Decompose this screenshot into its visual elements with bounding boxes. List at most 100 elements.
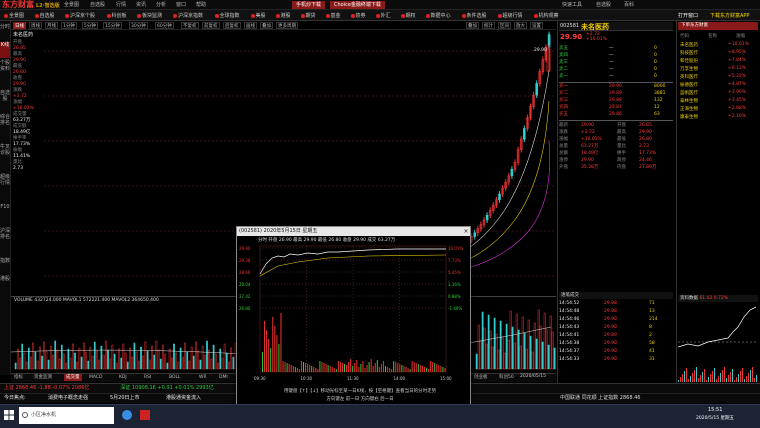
toolbar-button[interactable]: 60分钟 [155, 22, 174, 29]
toolbar-button[interactable]: 后复权 [223, 22, 241, 29]
titlebar-item[interactable]: 资讯 [134, 1, 148, 9]
toolbar-button[interactable]: 不复权 [181, 22, 199, 29]
toolbar-button[interactable]: 周线 [29, 22, 42, 29]
indicator-tab[interactable]: 指标 [14, 374, 23, 381]
toolbar-right-button[interactable]: 叠加 [466, 22, 479, 29]
toolbar-button[interactable]: 月线 [45, 22, 58, 29]
menu-item[interactable]: 机构观察 [533, 12, 559, 20]
windows-start-icon[interactable] [4, 410, 14, 420]
toolbar-button[interactable]: 前复权 [202, 22, 220, 29]
watch-row[interactable]: 科技医疗 +8.95% [678, 50, 758, 57]
sidebar-tab[interactable]: 沪深排名 [0, 228, 10, 256]
toolbar-button[interactable]: 30分钟 [129, 22, 148, 29]
titlebar-item[interactable]: 全景图 [62, 1, 81, 9]
toolbar-right-button[interactable]: 区间 [498, 22, 511, 29]
sidebar-tab[interactable]: 综合排名 [0, 114, 10, 142]
sidebar-tab[interactable]: 分时 [0, 24, 10, 40]
download-app-menu[interactable]: 下载东方财富APP [710, 12, 749, 20]
menu-dot-icon [375, 13, 380, 18]
index-status-item[interactable]: 上证 2868.46 -1.88 -0.07% 2086亿 [4, 384, 89, 393]
sidebar-tab[interactable]: K线 [0, 42, 10, 58]
menu-item[interactable]: 沪深京个股 [65, 12, 95, 20]
volume-bar [56, 349, 59, 370]
menu-item[interactable]: 科创板 [106, 12, 127, 20]
toolbar-right-button[interactable]: 统计 [482, 22, 495, 29]
sidebar-tab[interactable]: 牛叉诊股 [0, 144, 10, 172]
menu-item[interactable]: 超级行情 [497, 12, 523, 20]
taskbar-search-input[interactable]: 小区净水机 [19, 407, 114, 424]
menu-item[interactable]: 全球指数 [214, 12, 240, 20]
titlebar-right-item[interactable]: 快速工具 [560, 1, 584, 9]
menu-item[interactable]: 自选股 [34, 12, 55, 20]
menu-item[interactable]: 数据中心 [425, 12, 451, 20]
mini-volume-bar [684, 371, 685, 382]
menu-item[interactable]: 外汇 [375, 12, 391, 20]
titlebar-item[interactable]: 分析 [154, 1, 168, 9]
indicator-tab[interactable]: DMI [219, 374, 228, 381]
watch-row[interactable]: 蓝帆医疗 +3.90% [678, 90, 758, 97]
indicator-tab[interactable]: 资金监测 [34, 374, 52, 381]
toolbar-right-button[interactable]: 放大 [514, 22, 527, 29]
toolbar-button[interactable]: 画线 [244, 22, 257, 29]
indicator-tab[interactable]: 创业板 [474, 374, 488, 381]
sidebar-tab[interactable]: 港股 [0, 276, 10, 292]
watch-row[interactable]: 振德医疗 +4.87% [678, 82, 758, 89]
indicator-tab[interactable]: KDJ [119, 374, 127, 381]
open-window-menu[interactable]: 打开窗口 [678, 12, 698, 20]
sidebar-tab[interactable]: 个股资料 [0, 60, 10, 88]
indicator-tab[interactable]: 科创50 [499, 374, 514, 381]
toolbar-button[interactable]: 叠加 [260, 22, 273, 29]
browser-icon[interactable] [122, 410, 132, 420]
sidebar-tab[interactable]: 自选股 [0, 90, 10, 112]
watch-row[interactable]: 泰林生物 +3.45% [678, 98, 758, 105]
mobile-download-button[interactable]: 手机炒下载 [292, 1, 326, 9]
news-status-item[interactable]: 消费电子概念走强 [48, 394, 88, 403]
popup-intraday-chart[interactable]: 29.90 10.01% 29.28 7.73% 28.66 5.45% 28.04 3.16… [238, 244, 468, 384]
toolbar-button[interactable]: 15分钟 [103, 22, 122, 29]
titlebar-item[interactable]: 窗口 [174, 1, 188, 9]
menu-item[interactable]: 债券 [350, 12, 366, 20]
mini-intraday-chart[interactable] [677, 302, 758, 382]
news-status-item[interactable]: 5月20日上市 [110, 394, 140, 403]
indicator-tab[interactable]: 成交量 [64, 374, 82, 381]
titlebar-item[interactable]: 自选股 [88, 1, 107, 9]
watch-row[interactable]: 康泰生物 +2.10% [678, 114, 758, 121]
watch-row[interactable]: 和佳股份 +7.84% [678, 58, 758, 65]
toolbar-button[interactable]: 1分钟 [61, 22, 77, 29]
menu-item[interactable]: 全景图 [4, 12, 24, 20]
index-status-item[interactable]: 深证 10908.16 +0.91 +0.01% 2993亿 [120, 384, 213, 393]
titlebar-right-item[interactable]: 自选股 [594, 1, 613, 9]
toolbar-button[interactable]: 5分钟 [82, 22, 98, 29]
menu-item[interactable]: 条件选股 [461, 12, 487, 20]
toolbar-right-button[interactable]: 设置 [530, 22, 543, 29]
menu-item[interactable]: 期货 [300, 12, 316, 20]
sidebar-tab[interactable]: F10 [0, 204, 10, 226]
news-status-item[interactable]: 港股通资金流入 [166, 394, 201, 403]
menu-item[interactable]: 基金 [325, 12, 341, 20]
order-button[interactable]: 下单东方财富 [678, 22, 758, 30]
menu-item[interactable]: 板块监测 [137, 12, 162, 20]
toolbar-button[interactable]: 更多周期 [276, 22, 298, 29]
watch-row[interactable]: 正海生物 +2.68% [678, 106, 758, 113]
indicator-tab[interactable]: MACD [89, 374, 103, 381]
choice-download-button[interactable]: Choice金融终端下载 [330, 1, 385, 9]
menu-item[interactable]: 沪深京指数 [173, 12, 203, 20]
watch-row[interactable]: 未名医药 +10.01% [678, 42, 758, 49]
watch-row[interactable]: 万孚生物 +6.12% [678, 66, 758, 73]
titlebar-right-item[interactable]: 百科 [622, 1, 636, 9]
sidebar-tab[interactable]: 指数 [0, 258, 10, 274]
close-icon[interactable]: × [462, 227, 470, 236]
indicator-tab[interactable]: RSI [144, 374, 151, 381]
titlebar-item[interactable]: 帮助 [194, 1, 208, 9]
menu-item[interactable]: 期权 [400, 12, 416, 20]
news-status-item[interactable]: 今日焦点: [4, 394, 26, 403]
titlebar-item[interactable]: 行情 [114, 1, 128, 9]
indicator-tab[interactable]: BOLL [169, 374, 181, 381]
watch-row[interactable]: 英科医疗 +5.22% [678, 74, 758, 81]
eastmoney-taskbar-icon[interactable] [140, 410, 150, 420]
sidebar-tab[interactable]: 超级行情 [0, 174, 10, 202]
indicator-tab[interactable]: WR [199, 374, 207, 381]
menu-item[interactable]: 美股 [250, 12, 266, 20]
menu-item[interactable]: 港股 [275, 12, 291, 20]
toolbar-button[interactable]: 日线 [13, 22, 26, 29]
